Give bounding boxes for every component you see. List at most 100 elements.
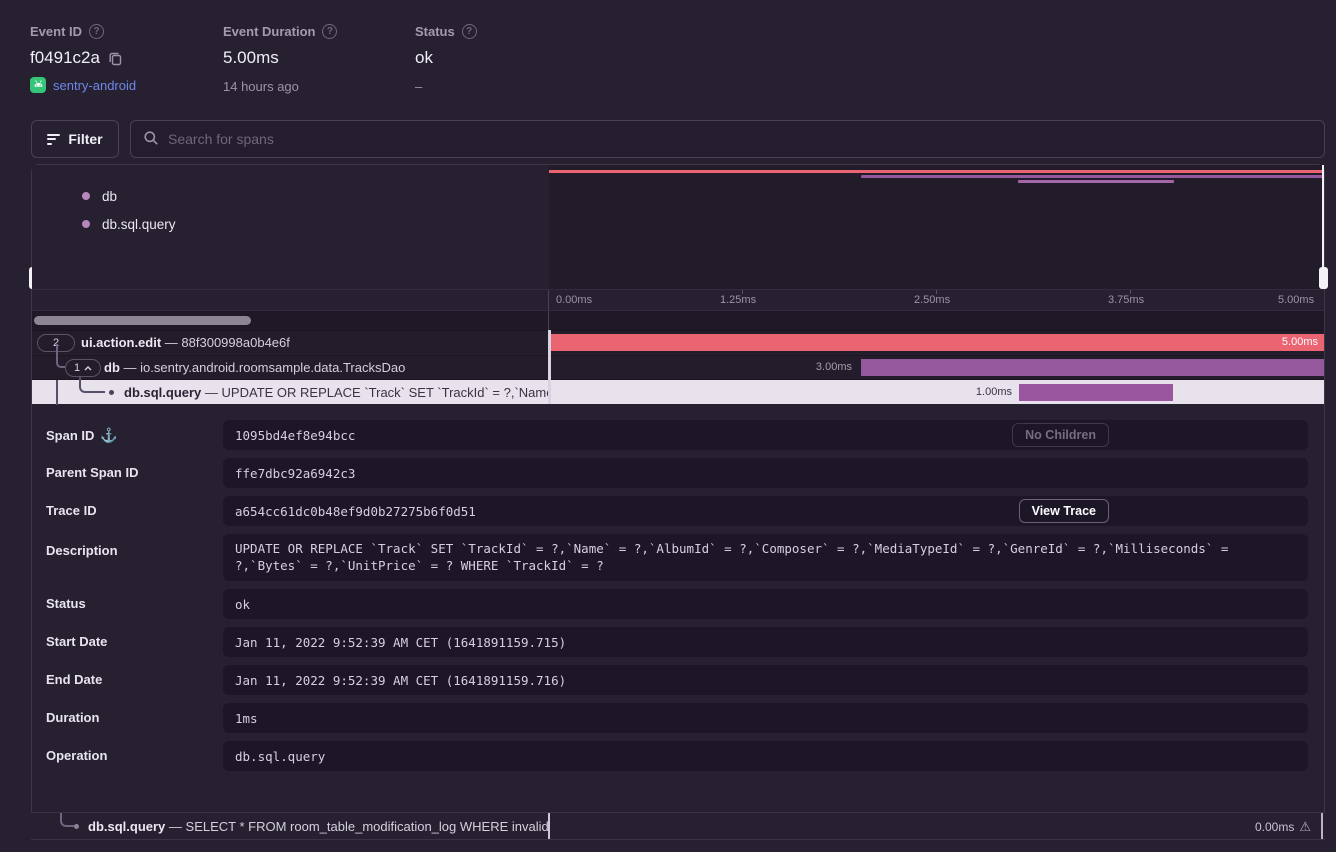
description-value: UPDATE OR REPLACE `Track` SET `TrackId` … bbox=[235, 541, 1296, 574]
span-bar-root: 5.00ms bbox=[550, 334, 1324, 351]
detail-label-operation: Operation bbox=[46, 748, 107, 763]
android-project-icon bbox=[30, 77, 46, 93]
detail-label-span-id: Span ID bbox=[46, 428, 94, 443]
end-date-value-box: Jan 11, 2022 9:52:39 AM CET (1641891159.… bbox=[223, 665, 1308, 695]
filter-icon bbox=[47, 134, 60, 145]
span-search bbox=[130, 120, 1325, 158]
status-section: Status ? ok – bbox=[415, 24, 477, 94]
event-id-label-row: Event ID ? bbox=[30, 24, 136, 39]
search-input[interactable] bbox=[168, 131, 1312, 147]
end-date-value: Jan 11, 2022 9:52:39 AM CET (1641891159.… bbox=[235, 673, 566, 688]
project-link[interactable]: sentry-android bbox=[53, 78, 136, 93]
span-bar-db bbox=[861, 359, 1324, 376]
minimap-bar-db bbox=[861, 175, 1323, 178]
detail-label-duration: Duration bbox=[46, 710, 99, 725]
anchor-icon[interactable]: ⚓ bbox=[100, 427, 117, 444]
children-count: 1 bbox=[74, 362, 80, 374]
span-description: SELECT * FROM room_table_modification_lo… bbox=[186, 819, 548, 834]
axis-tick: 3.75ms bbox=[1108, 294, 1144, 306]
ops-breakdown-panel: db 3ms 75% db.sql.query 1ms 25% bbox=[32, 165, 549, 289]
span-row-db-sql-query-select[interactable]: db.sql.query — SELECT * FROM room_table_… bbox=[31, 812, 1325, 840]
detail-label-status: Status bbox=[46, 596, 86, 611]
span-description: UPDATE OR REPLACE `Track` SET `TrackId` … bbox=[222, 385, 549, 400]
span-row-db-sql-query-selected[interactable]: db.sql.query — UPDATE OR REPLACE `Track`… bbox=[32, 379, 1324, 404]
status-subtitle: – bbox=[415, 79, 477, 94]
axis-tick: 1.25ms bbox=[720, 294, 756, 306]
span-leaf-dot bbox=[74, 824, 79, 829]
span-children-count-pill[interactable]: 1 bbox=[65, 359, 101, 377]
warning-icon: ⚠ bbox=[1299, 819, 1311, 835]
trace-id-value: a654cc61dc0b48ef9d0b27275b6f0d51 bbox=[235, 504, 476, 519]
status-value-box: ok bbox=[223, 589, 1308, 619]
detail-label-parent-span-id: Parent Span ID bbox=[46, 465, 138, 480]
filter-button-label: Filter bbox=[68, 131, 102, 147]
span-id-value-box: 1095bd4ef8e94bcc bbox=[223, 420, 1308, 450]
span-description: 88f300998a0b4e6f bbox=[181, 335, 289, 350]
status-label: Status bbox=[415, 24, 455, 39]
span-detail-page: Event ID ? f0491c2a s bbox=[0, 0, 1336, 852]
span-bar-duration: 1.00ms bbox=[937, 386, 1012, 398]
tree-scrollbar-thumb[interactable] bbox=[34, 316, 251, 325]
event-duration-help-icon[interactable]: ? bbox=[322, 24, 337, 39]
event-id-section: Event ID ? f0491c2a s bbox=[30, 24, 136, 93]
chevron-up-icon bbox=[84, 366, 92, 371]
timeline-axis: 0.00ms 1.25ms 2.50ms 3.75ms 5.00ms bbox=[32, 289, 1324, 310]
event-duration-ago: 14 hours ago bbox=[223, 79, 337, 94]
status-help-icon[interactable]: ? bbox=[462, 24, 477, 39]
event-duration-value: 5.00ms bbox=[223, 48, 279, 68]
no-children-button[interactable]: No Children bbox=[1012, 423, 1109, 447]
tree-pane-divider[interactable] bbox=[548, 330, 551, 404]
span-bar-duration: 0.00ms bbox=[1255, 820, 1294, 834]
start-date-value-box: Jan 11, 2022 9:52:39 AM CET (1641891159.… bbox=[223, 627, 1308, 657]
event-id-help-icon[interactable]: ? bbox=[89, 24, 104, 39]
event-duration-label: Event Duration bbox=[223, 24, 315, 39]
axis-tick: 2.50ms bbox=[914, 294, 950, 306]
span-leaf-dot bbox=[109, 390, 114, 395]
operation-value-box: db.sql.query bbox=[223, 741, 1308, 771]
view-trace-button[interactable]: View Trace bbox=[1019, 499, 1109, 523]
span-op: db bbox=[104, 360, 120, 375]
status-value: ok bbox=[415, 48, 433, 68]
event-id-label: Event ID bbox=[30, 24, 82, 39]
span-row-ui-action-edit[interactable]: 2 ui.action.edit — 88f300998a0b4e6f 5.00… bbox=[32, 330, 1324, 354]
span-id-value: 1095bd4ef8e94bcc bbox=[235, 428, 355, 443]
span-status-value: ok bbox=[235, 597, 250, 612]
event-id-value: f0491c2a bbox=[30, 48, 100, 68]
span-bar-duration: 3.00ms bbox=[777, 361, 852, 373]
op-color-dot bbox=[82, 220, 90, 228]
span-bar-duration: 5.00ms bbox=[1282, 336, 1318, 348]
minimap-right-handle[interactable] bbox=[1322, 165, 1324, 289]
search-icon bbox=[143, 130, 159, 149]
parent-span-id-value-box: ffe7dbc92a6942c3 bbox=[223, 458, 1308, 488]
minimap-right-handle-grip[interactable] bbox=[1319, 267, 1328, 289]
axis-tick: 0.00ms bbox=[556, 294, 592, 306]
tree-scrollbar-track[interactable] bbox=[32, 310, 1324, 330]
span-description: io.sentry.android.roomsample.data.Tracks… bbox=[140, 360, 405, 375]
op-name: db.sql.query bbox=[102, 217, 176, 232]
operation-value: db.sql.query bbox=[235, 749, 325, 764]
trace-id-value-box: a654cc61dc0b48ef9d0b27275b6f0d51 bbox=[223, 496, 1308, 526]
start-date-value: Jan 11, 2022 9:52:39 AM CET (1641891159.… bbox=[235, 635, 566, 650]
span-duration-value: 1ms bbox=[235, 711, 258, 726]
ops-row-db[interactable]: db 3ms 75% bbox=[32, 182, 549, 210]
event-duration-section: Event Duration ? 5.00ms 14 hours ago bbox=[223, 24, 337, 94]
parent-span-id-value: ffe7dbc92a6942c3 bbox=[235, 466, 355, 481]
detail-label-end-date: End Date bbox=[46, 672, 102, 687]
op-color-dot bbox=[82, 192, 90, 200]
ops-row-db-sql-query[interactable]: db.sql.query 1ms 25% bbox=[32, 210, 549, 238]
span-row-db[interactable]: 1 db — io.sentry.android.roomsample.data… bbox=[32, 355, 1324, 379]
axis-tick: 5.00ms bbox=[1278, 294, 1314, 306]
span-bar-db-sql-query bbox=[1019, 384, 1173, 401]
span-op: db.sql.query bbox=[124, 385, 201, 400]
description-value-box: UPDATE OR REPLACE `Track` SET `TrackId` … bbox=[223, 534, 1308, 581]
copy-icon[interactable] bbox=[108, 51, 123, 66]
minimap-bar-db-sql-query bbox=[1018, 180, 1174, 183]
filter-button[interactable]: Filter bbox=[31, 120, 119, 158]
op-name: db bbox=[102, 189, 117, 204]
detail-label-start-date: Start Date bbox=[46, 634, 107, 649]
duration-value-box: 1ms bbox=[223, 703, 1308, 733]
span-op: db.sql.query bbox=[88, 819, 165, 834]
detail-label-trace-id: Trace ID bbox=[46, 503, 97, 518]
detail-label-description: Description bbox=[46, 543, 118, 558]
span-op: ui.action.edit bbox=[81, 335, 161, 350]
